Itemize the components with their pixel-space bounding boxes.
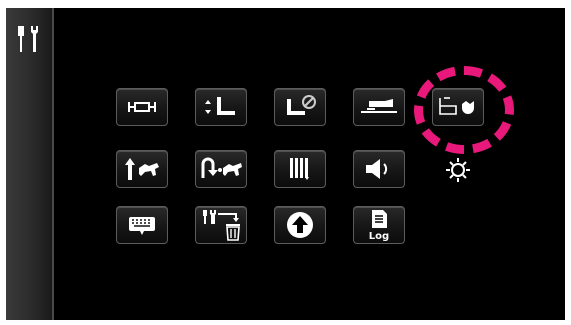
screen-brightness-icon <box>446 158 470 182</box>
presser-foot-up-down-icon <box>205 97 235 115</box>
update-button[interactable] <box>274 206 326 244</box>
up-speed-button[interactable] <box>116 150 168 188</box>
needle-up-down-speed-icon <box>201 157 242 178</box>
keyboard-icon <box>129 217 155 235</box>
log-icon: Log <box>369 210 389 242</box>
sewing-light-button[interactable] <box>432 88 484 126</box>
buttonhole-icon <box>128 102 156 112</box>
sewing-light-icon <box>439 97 474 115</box>
presser-foot-lock-icon <box>287 95 316 115</box>
machine-screen: Log <box>6 8 565 320</box>
sidebar <box>6 8 54 320</box>
thread-tension-icon <box>290 158 309 180</box>
screen-brightness-button[interactable] <box>432 150 484 188</box>
settings-icon[interactable] <box>14 22 46 54</box>
delete-settings-icon <box>203 210 240 241</box>
sound-button[interactable] <box>353 150 405 188</box>
needle-up-down-speed-button[interactable] <box>195 150 247 188</box>
thread-tension-button[interactable] <box>274 150 326 188</box>
presser-foot-lock-button[interactable] <box>274 88 326 126</box>
log-button[interactable]: Log <box>353 206 405 244</box>
update-icon <box>287 212 313 238</box>
up-speed-icon <box>125 158 159 180</box>
feed-dog-icon <box>361 99 397 113</box>
feed-dog-button[interactable] <box>353 88 405 126</box>
keyboard-button[interactable] <box>116 206 168 244</box>
delete-settings-button[interactable] <box>195 206 247 244</box>
buttonhole-button[interactable] <box>116 88 168 126</box>
sound-icon <box>366 159 388 179</box>
log-label: Log <box>369 231 389 242</box>
presser-foot-up-down-button[interactable] <box>195 88 247 126</box>
